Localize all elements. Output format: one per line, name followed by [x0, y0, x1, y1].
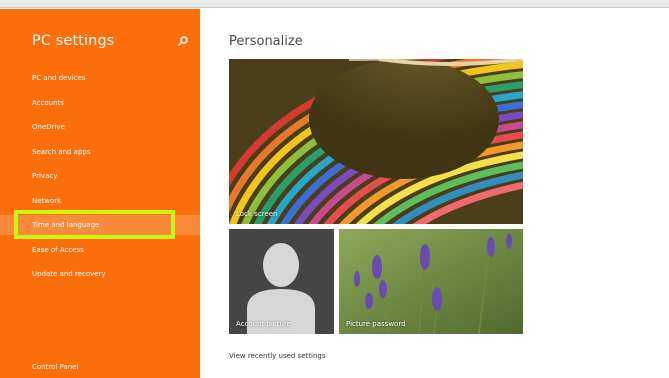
settings-sidebar: PC settings PC and devices Accounts OneD… — [0, 9, 200, 378]
sidebar-item-network[interactable]: Network — [0, 191, 200, 211]
picture-password-label: Picture password — [346, 320, 406, 328]
sidebar-item-search-and-apps[interactable]: Search and apps — [0, 142, 200, 162]
picture-password-tile[interactable]: Picture password — [339, 229, 523, 334]
sidebar-item-ease-of-access[interactable]: Ease of Access — [0, 240, 200, 260]
main-content: Personalize Lock screen Account picture … — [200, 9, 669, 378]
lock-screen-image — [229, 59, 523, 224]
account-placeholder-icon — [229, 229, 334, 334]
lavender-image — [339, 229, 523, 334]
window-top-border — [0, 0, 669, 8]
sidebar-title: PC settings — [32, 33, 115, 49]
lock-screen-label: Lock screen — [236, 210, 278, 218]
sidebar-item-time-and-language[interactable]: Time and language — [0, 215, 200, 235]
account-picture-label: Account picture — [236, 320, 291, 328]
lock-screen-tile[interactable]: Lock screen — [229, 59, 523, 224]
control-panel-link[interactable]: Control Panel — [32, 363, 78, 371]
sidebar-item-pc-and-devices[interactable]: PC and devices — [0, 68, 200, 88]
sidebar-item-onedrive[interactable]: OneDrive — [0, 117, 200, 137]
page-title: Personalize — [229, 34, 303, 49]
account-picture-tile[interactable]: Account picture — [229, 229, 334, 334]
view-recent-settings-link[interactable]: View recently used settings — [229, 352, 326, 360]
sidebar-item-privacy[interactable]: Privacy — [0, 166, 200, 186]
search-icon[interactable] — [178, 36, 188, 46]
sidebar-item-accounts[interactable]: Accounts — [0, 93, 200, 113]
sidebar-item-update-and-recovery[interactable]: Update and recovery — [0, 264, 200, 284]
